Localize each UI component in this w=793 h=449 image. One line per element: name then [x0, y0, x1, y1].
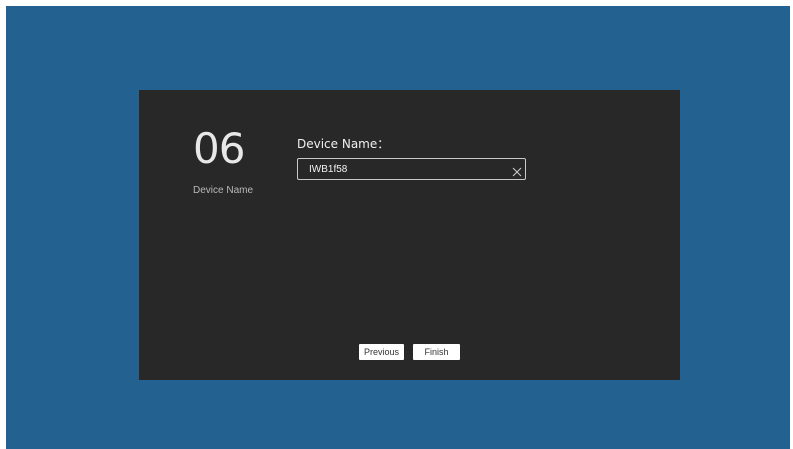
device-name-field[interactable]	[297, 158, 526, 180]
step-number: 06	[193, 124, 245, 173]
desktop-background: 06 Device Name Device Name： Previous Fin…	[6, 6, 790, 449]
step-caption: Device Name	[193, 185, 254, 196]
close-icon[interactable]	[512, 164, 522, 177]
device-name-input[interactable]	[309, 159, 499, 179]
setup-wizard-dialog: 06 Device Name Device Name： Previous Fin…	[139, 90, 680, 380]
device-name-label: Device Name：	[297, 137, 390, 151]
finish-button[interactable]: Finish	[413, 344, 460, 360]
previous-button[interactable]: Previous	[359, 344, 404, 360]
